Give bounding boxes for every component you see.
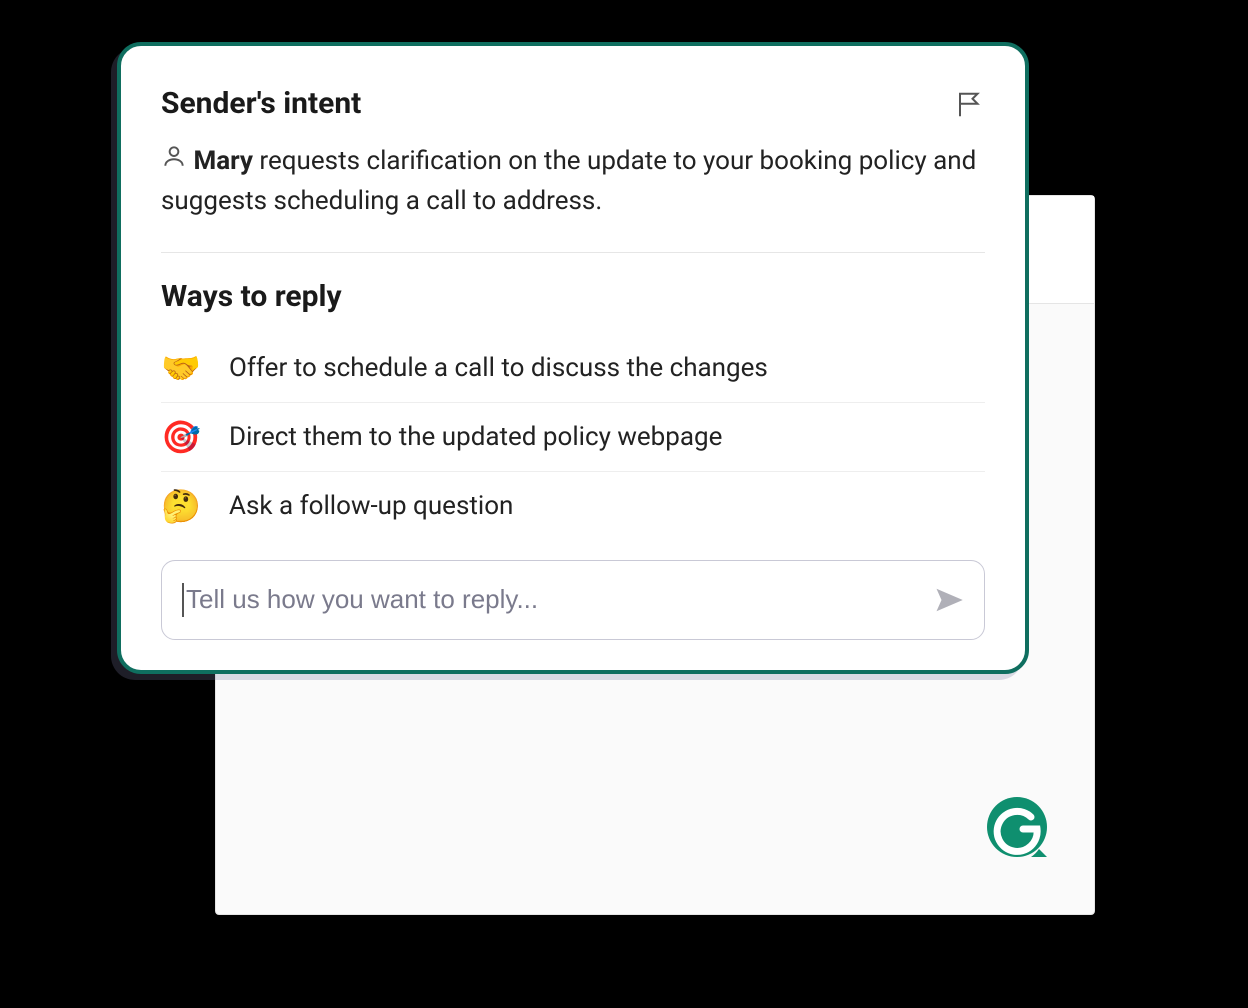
grammarly-logo-icon[interactable]	[985, 795, 1049, 859]
flag-button[interactable]	[955, 86, 985, 124]
target-icon: 🎯	[161, 421, 201, 453]
divider	[161, 252, 985, 253]
flag-icon	[955, 90, 985, 120]
reply-option[interactable]: 🤝 Offer to schedule a call to discuss th…	[161, 334, 985, 403]
reply-input-row	[161, 560, 985, 640]
replies-title: Ways to reply	[161, 279, 985, 314]
reply-input[interactable]	[186, 584, 934, 615]
send-icon	[934, 585, 964, 615]
sender-name: Mary	[193, 146, 253, 176]
person-icon	[161, 146, 193, 176]
reply-option-label: Direct them to the updated policy webpag…	[229, 422, 722, 452]
handshake-icon: 🤝	[161, 352, 201, 384]
text-cursor	[182, 583, 184, 617]
intent-summary: Mary requests clarification on the updat…	[161, 141, 985, 222]
reply-option[interactable]: 🎯 Direct them to the updated policy webp…	[161, 403, 985, 472]
intent-summary-text: requests clarification on the update to …	[161, 146, 976, 216]
send-button[interactable]	[934, 585, 964, 615]
reply-option-label: Ask a follow-up question	[229, 491, 513, 521]
thinking-icon: 🤔	[161, 490, 201, 522]
reply-option[interactable]: 🤔 Ask a follow-up question	[161, 472, 985, 540]
reply-suggestions: 🤝 Offer to schedule a call to discuss th…	[161, 334, 985, 540]
assistant-panel: Sender's intent Mary requests clarificat…	[117, 42, 1029, 674]
reply-option-label: Offer to schedule a call to discuss the …	[229, 353, 768, 383]
intent-title: Sender's intent	[161, 86, 361, 121]
